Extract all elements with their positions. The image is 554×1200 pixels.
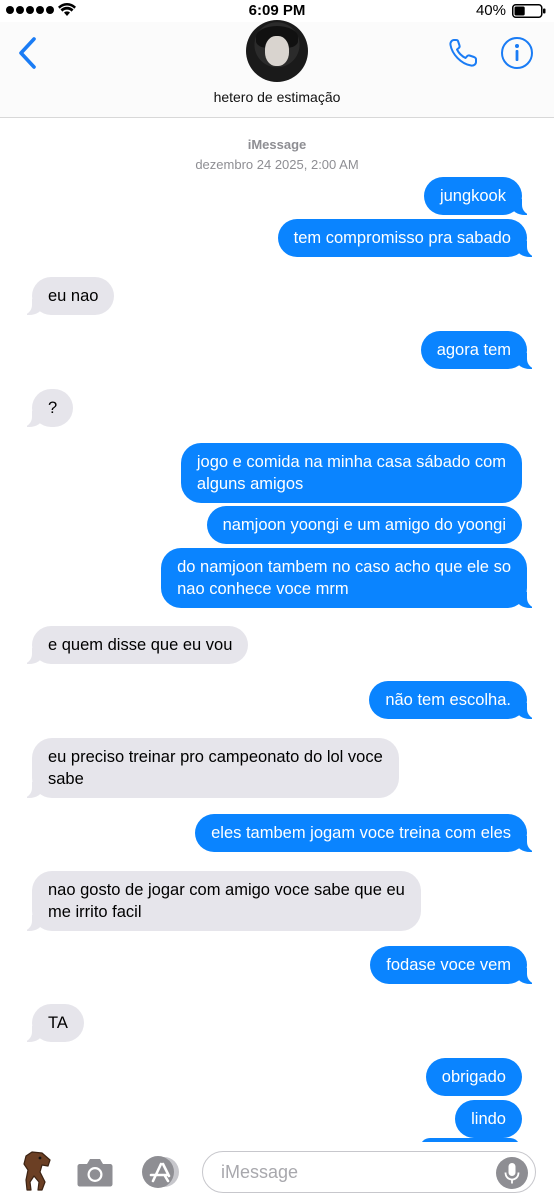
battery-icon: [512, 4, 546, 18]
message-text: sabe: [48, 770, 84, 788]
message-text: alguns amigos: [196, 475, 304, 493]
message-outgoing[interactable]: eles tambem jogam voce treina com eles: [195, 814, 539, 852]
message-text: tem compromisso pra sabado: [293, 229, 511, 247]
message-input[interactable]: [202, 1151, 536, 1193]
message-incoming[interactable]: eu nao: [19, 277, 115, 315]
status-bar: 6:09 PM 40%: [0, 0, 554, 22]
info-icon[interactable]: [500, 36, 534, 70]
microphone-icon[interactable]: [496, 1157, 528, 1189]
status-time: 6:09 PM: [248, 2, 306, 19]
message-text: do namjoon tambem no caso acho que ele s…: [177, 558, 511, 576]
message-outgoing[interactable]: obrigado: [425, 1058, 522, 1096]
message-text: nao conhece voce mrm: [177, 580, 349, 598]
message-outgoing[interactable]: do namjoon tambem no caso acho que ele s…: [161, 548, 539, 608]
message-text: eles tambem jogam voce treina com eles: [211, 824, 511, 842]
horse-sticker-icon[interactable]: [18, 1150, 54, 1192]
message-outgoing[interactable]: namjoon yoongi e um amigo do yoongi: [206, 506, 522, 544]
message-outgoing[interactable]: tem compromisso pra sabado: [277, 219, 540, 257]
message-text: TA: [48, 1014, 68, 1032]
chevron-left-icon[interactable]: [14, 36, 42, 70]
message-incoming[interactable]: ?: [19, 389, 74, 427]
message-text: não tem escolha.: [385, 691, 511, 709]
camera-icon[interactable]: [76, 1156, 114, 1188]
message-text: e quem disse que eu vou: [48, 636, 233, 654]
message-incoming[interactable]: nao gosto de jogar com amigo voce sabe q…: [20, 871, 421, 931]
message-outgoing[interactable]: lindo: [455, 1100, 522, 1138]
message-text: nao gosto de jogar com amigo voce sabe q…: [48, 881, 405, 899]
message-outgoing[interactable]: jungkook: [423, 177, 535, 215]
message-outgoing[interactable]: jogo e comida na minha casa sábado com a…: [180, 443, 522, 503]
message-text: ?: [48, 399, 58, 417]
contact-name[interactable]: hetero de estimação: [0, 89, 554, 105]
message-text: lindo: [471, 1110, 506, 1128]
message-outgoing[interactable]: não tem escolha.: [369, 681, 539, 719]
message-outgoing[interactable]: fodase voce vem: [370, 946, 539, 984]
contact-avatar[interactable]: [246, 20, 308, 82]
message-text: fodase voce vem: [386, 956, 511, 974]
message-incoming[interactable]: eu preciso treinar pro campeonato do lol…: [20, 738, 399, 798]
message-outgoing[interactable]: agora tem: [420, 331, 540, 369]
message-text: eu preciso treinar pro campeonato do lol…: [48, 748, 383, 766]
conversation-header: hetero de estimação: [0, 20, 554, 118]
phone-icon[interactable]: [446, 36, 480, 70]
conversation-timestamp: dezembro 24 2025, 2:00 AM: [195, 157, 359, 172]
message-text: namjoon yoongi e um amigo do yoongi: [222, 516, 506, 534]
message-text: obrigado: [441, 1068, 506, 1086]
message-text: me irrito facil: [48, 903, 142, 921]
battery-percent: 40%: [475, 2, 506, 19]
message-incoming[interactable]: TA: [20, 1004, 84, 1042]
message-text: jogo e comida na minha casa sábado com: [196, 453, 506, 471]
message-text: eu nao: [48, 287, 99, 305]
app-store-icon[interactable]: [138, 1154, 182, 1190]
message-text: jungkook: [439, 187, 506, 205]
service-label: iMessage: [247, 137, 307, 152]
message-incoming[interactable]: e quem disse que eu vou: [19, 626, 249, 664]
message-text: agora tem: [436, 341, 511, 359]
